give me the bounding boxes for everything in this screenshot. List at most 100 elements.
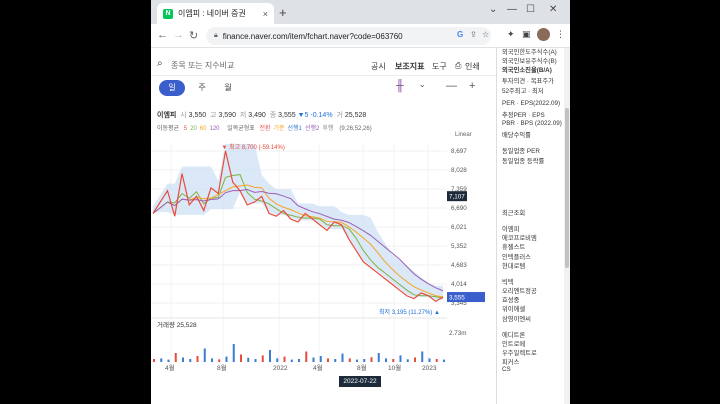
chart-page: ⌕ 종목 또는 지수비교 공시 보조지표 도구 ⎙ 인쇄 일 주 월 ╫ ⌄ —… [151,48,496,404]
volume-bar [298,359,300,362]
volume-bar [182,357,184,362]
x-tick-label: 4월 [313,363,323,372]
bookmark-star-icon[interactable]: ☆ [482,30,489,39]
volume-bar [406,359,409,362]
side-panel-icon[interactable]: ▣ [522,29,531,40]
volume-bar [225,356,228,362]
y-tick-label: 5,352 [451,243,467,250]
address-bar[interactable]: 🔒︎ finance.naver.com/item/fchart.naver?c… [206,27,491,45]
recent-stock-link[interactable]: 빅텍 [502,277,514,286]
recent-stock-link[interactable]: 오리엔트정공 [502,286,537,295]
y-tick-label: 8,028 [451,167,467,174]
y-tick-label: 4,014 [451,281,467,288]
forward-icon[interactable]: → [173,29,184,41]
volume-bar [269,350,271,362]
valuation-item: PBR · BPS (2022.09) [502,120,562,127]
recent-header: 최근조회 [502,210,526,217]
foreign-ownership-item: 외국인소진율(B/A) [502,67,552,74]
volume-bar [443,359,445,362]
volume-bar [399,355,402,362]
recent-stock-link[interactable]: 삼영이엔씨 [502,314,531,323]
volume-bar [283,356,286,362]
y-tick-label: 8,697 [451,148,467,155]
reload-icon[interactable]: ↻ [189,29,198,42]
recent-stock-link[interactable]: CS [502,366,511,373]
foreign-ownership-item: 외국인한도주식수(A) [502,49,557,56]
menu-kebab-icon[interactable]: ⋮ [556,29,565,40]
volume-bar [305,351,308,362]
volume-bar [261,355,264,362]
volume-bar [319,356,322,362]
volume-bar [334,359,337,362]
volume-bar [153,359,155,362]
y-tick-label: 6,021 [451,224,467,231]
recent-stock-link[interactable]: 현대로템 [502,261,525,270]
x-tick-label: 2022 [273,365,288,372]
tab-close-icon[interactable]: × [263,9,268,19]
browser-window: N 이엠피 : 네이버 증권 × + ⌄ — ☐ ✕ ← → ↻ 🔒︎ fina… [151,0,570,404]
maximize-button[interactable]: ☐ [526,4,535,15]
minimize-button[interactable]: — [507,4,517,15]
volume-bar [240,354,242,362]
profile-avatar[interactable] [537,28,550,41]
browser-tab[interactable]: N 이엠피 : 네이버 증권 × [157,3,274,24]
volume-bar [428,358,431,362]
naver-favicon-icon: N [163,8,173,19]
foreign-ownership-item: 외국인보유주식수(B) [502,58,557,65]
price-chart[interactable]: 8,6978,0287,3596,6906,0215,3524,6834,014… [151,48,496,404]
x-tick-label: 8월 [357,363,367,372]
recent-stock-link[interactable]: 휴젤스트 [502,242,525,251]
volume-bar [290,359,293,362]
recent-stock-link[interactable]: 효성중 [502,295,519,304]
recent-stock-link[interactable]: 우주일렉트로 [502,348,537,357]
share-icon[interactable]: ⇪ [470,30,477,39]
volume-bar [211,358,213,362]
tab-strip: N 이엠피 : 네이버 증권 × + ⌄ — ☐ ✕ [151,0,570,24]
invest-opinion-item: 52주최고 · 최저 [502,88,544,95]
volume-bar [196,356,199,362]
volume-max-label: 2.73m [449,330,467,337]
page-scrollbar[interactable] [564,48,570,404]
recent-stock-link[interactable]: 에코프로비엠 [502,233,537,242]
x-tick-label: 10월 [388,363,401,372]
max-annotation: ▼ 최고 8,700 (-59.14%) [222,143,285,151]
valuation-item: 배당수익률 [502,132,531,139]
industry-item: 동일업종 PER [502,148,540,155]
url-text: finance.naver.com/item/fchart.naver?code… [222,31,403,41]
industry-item: 동일업종 등락률 [502,158,545,165]
volume-bar [167,359,170,362]
scrollbar-thumb[interactable] [565,108,569,268]
extensions-icon[interactable]: ✦ [507,29,515,40]
volume-title: 거래량 25,528 [157,320,197,329]
last-price-label: 3,555 [449,295,465,302]
volume-bar [276,358,279,362]
crosshair-date-label: 2022-07-22 [339,376,381,387]
new-tab-button[interactable]: + [279,5,287,20]
invest-opinion-item: 투자의견 · 목표주가 [502,78,554,85]
volume-bar [160,358,163,362]
volume-bar [174,353,177,362]
recent-stock-link[interactable]: 인텍플러스 [502,252,531,261]
volume-bar [435,359,438,362]
volume-bar [312,357,315,362]
recent-stock-link[interactable]: 위이에셀 [502,304,525,313]
volume-bar [232,344,235,362]
volume-bar [421,351,424,362]
tab-title: 이엠피 : 네이버 증권 [178,9,246,18]
volume-bar [414,357,416,362]
back-icon[interactable]: ← [157,29,168,41]
lock-icon: 🔒︎ [214,32,218,39]
google-lens-icon[interactable]: G [457,30,463,39]
x-tick-label: 8월 [217,363,227,372]
recent-stock-link[interactable]: 인트로메 [502,339,525,348]
recent-stock-link[interactable]: 이엠피 [502,224,519,233]
recent-stock-link[interactable]: 피커스 [502,357,519,366]
close-window-button[interactable]: ✕ [549,4,557,15]
tab-search-icon[interactable]: ⌄ [489,4,497,15]
y-tick-label: 4,683 [451,262,467,269]
volume-bar [363,359,366,362]
min-annotation: 최저 3,195 (11.27%) ▲ [379,308,440,316]
x-tick-label: 2023 [422,365,437,372]
volume-bar [377,353,380,362]
recent-stock-link[interactable]: 에디트론 [502,330,525,339]
